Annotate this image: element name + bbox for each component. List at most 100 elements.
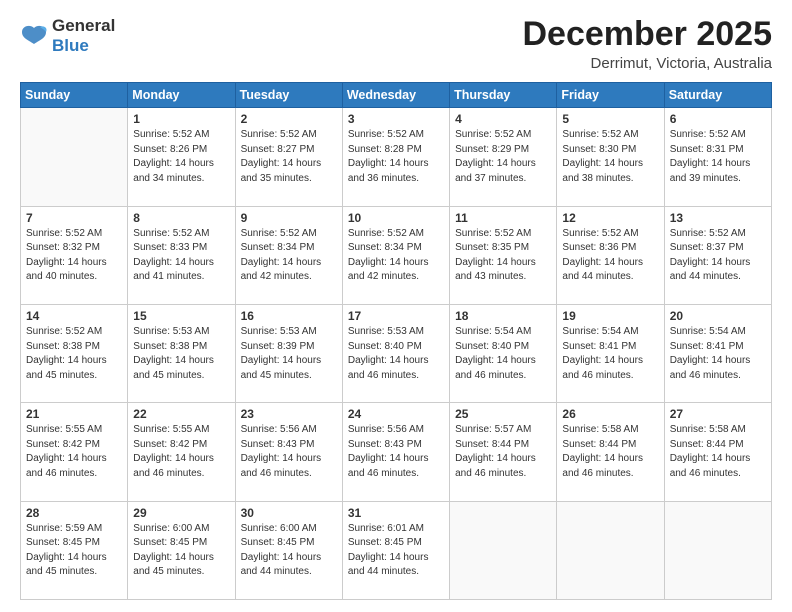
table-row: 16Sunrise: 5:53 AMSunset: 8:39 PMDayligh… [235,305,342,403]
info-line: Sunset: 8:38 PM [133,340,229,355]
table-row: 27Sunrise: 5:58 AMSunset: 8:44 PMDayligh… [664,403,771,501]
day-number: 1 [133,112,229,126]
info-line: Sunset: 8:42 PM [133,438,229,453]
info-line: Daylight: 14 hours [348,157,444,172]
info-line: Daylight: 14 hours [455,256,551,271]
cell-info: Sunrise: 5:55 AMSunset: 8:42 PMDaylight:… [26,423,122,481]
info-line: and 46 minutes. [562,369,658,384]
day-number: 2 [241,112,337,126]
info-line: Daylight: 14 hours [670,256,766,271]
info-line: Sunset: 8:29 PM [455,143,551,158]
page: General Blue December 2025 Derrimut, Vic… [0,0,792,612]
cell-info: Sunrise: 5:53 AMSunset: 8:39 PMDaylight:… [241,325,337,383]
info-line: Sunset: 8:33 PM [133,241,229,256]
calendar-header-row: Sunday Monday Tuesday Wednesday Thursday… [21,83,772,108]
info-line: and 46 minutes. [241,467,337,482]
cell-info: Sunrise: 6:00 AMSunset: 8:45 PMDaylight:… [133,522,229,580]
info-line: Daylight: 14 hours [133,354,229,369]
calendar-week-row: 1Sunrise: 5:52 AMSunset: 8:26 PMDaylight… [21,108,772,206]
info-line: Sunrise: 5:53 AM [348,325,444,340]
table-row: 8Sunrise: 5:52 AMSunset: 8:33 PMDaylight… [128,206,235,304]
info-line: Sunset: 8:34 PM [348,241,444,256]
day-number: 19 [562,309,658,323]
table-row: 22Sunrise: 5:55 AMSunset: 8:42 PMDayligh… [128,403,235,501]
table-row: 5Sunrise: 5:52 AMSunset: 8:30 PMDaylight… [557,108,664,206]
cell-info: Sunrise: 5:58 AMSunset: 8:44 PMDaylight:… [670,423,766,481]
info-line: Sunrise: 5:54 AM [670,325,766,340]
info-line: Sunset: 8:45 PM [133,536,229,551]
info-line: Daylight: 14 hours [348,354,444,369]
table-row: 25 Sunrise: 5:57 AMSunset: 8:44 PMDayligh… [450,403,557,501]
table-row: 23Sunrise: 5:56 AMSunset: 8:43 PMDayligh… [235,403,342,501]
cell-info: Sunrise: 5:52 AMSunset: 8:37 PMDaylight:… [670,227,766,285]
info-line: Sunset: 8:43 PM [348,438,444,453]
info-line: and 40 minutes. [26,270,122,285]
info-line: and 45 minutes. [133,565,229,580]
info-line: Daylight: 14 hours [670,354,766,369]
table-row [450,501,557,599]
day-number: 17 [348,309,444,323]
info-line: Sunrise: 5:52 AM [26,227,122,242]
info-line: Sunrise: 5:55 AM [26,423,122,438]
info-line: Daylight: 14 hours [348,256,444,271]
info-line: Sunset: 8:36 PM [562,241,658,256]
info-line: Daylight: 14 hours [26,256,122,271]
info-line: Sunrise: 5:58 AM [670,423,766,438]
cell-info: Sunrise: 5:56 AMSunset: 8:43 PMDaylight:… [241,423,337,481]
info-line: Sunset: 8:41 PM [562,340,658,355]
cell-info: Sunrise: 5:52 AMSunset: 8:28 PMDaylight:… [348,128,444,186]
cell-info: Sunrise: 5:52 AMSunset: 8:33 PMDaylight:… [133,227,229,285]
info-line: Daylight: 14 hours [133,256,229,271]
cell-info: Sunrise: 5:54 AMSunset: 8:40 PMDaylight:… [455,325,551,383]
cell-info: Sunrise: 5:53 AMSunset: 8:38 PMDaylight:… [133,325,229,383]
col-thursday: Thursday [450,83,557,108]
info-line: Sunset: 8:43 PM [241,438,337,453]
info-line: and 45 minutes. [26,369,122,384]
info-line: Daylight: 14 hours [241,157,337,172]
info-line: and 37 minutes. [455,172,551,187]
info-line: Sunrise: 5:59 AM [26,522,122,537]
cell-info: Sunrise: 5:52 AMSunset: 8:35 PMDaylight:… [455,227,551,285]
cell-info: Sunrise: 5:53 AMSunset: 8:40 PMDaylight:… [348,325,444,383]
table-row: 3Sunrise: 5:52 AMSunset: 8:28 PMDaylight… [342,108,449,206]
info-line: Sunrise: 5:52 AM [26,325,122,340]
info-line: Daylight: 14 hours [348,452,444,467]
cell-info: Sunrise: 5:52 AMSunset: 8:31 PMDaylight:… [670,128,766,186]
info-line: Sunset: 8:42 PM [26,438,122,453]
cell-info: Sunrise: 5:52 AMSunset: 8:38 PMDaylight:… [26,325,122,383]
info-line: and 46 minutes. [455,369,551,384]
info-line: Sunrise: 6:00 AM [133,522,229,537]
info-line: Sunrise: 5:58 AM [562,423,658,438]
table-row: 14Sunrise: 5:52 AMSunset: 8:38 PMDayligh… [21,305,128,403]
info-line: Daylight: 14 hours [26,452,122,467]
cell-info: Sunrise: 5:52 AMSunset: 8:32 PMDaylight:… [26,227,122,285]
info-line: and 34 minutes. [133,172,229,187]
info-line: Sunset: 8:45 PM [348,536,444,551]
col-tuesday: Tuesday [235,83,342,108]
info-line: Daylight: 14 hours [562,452,658,467]
info-line: Daylight: 14 hours [348,551,444,566]
logo-icon [20,24,48,48]
day-number: 5 [562,112,658,126]
day-number: 25 [455,407,551,421]
info-line: Daylight: 14 hours [455,452,551,467]
info-line: Sunset: 8:30 PM [562,143,658,158]
info-line: Sunset: 8:44 PM [562,438,658,453]
table-row [21,108,128,206]
location: Derrimut, Victoria, Australia [522,55,772,72]
day-number: 31 [348,506,444,520]
cell-info: Sunrise: 6:01 AMSunset: 8:45 PMDaylight:… [348,522,444,580]
info-line: Daylight: 14 hours [133,452,229,467]
info-line: Sunrise: 5:52 AM [562,128,658,143]
table-row: 26Sunrise: 5:58 AMSunset: 8:44 PMDayligh… [557,403,664,501]
cell-info: Sunrise: 6:00 AMSunset: 8:45 PMDaylight:… [241,522,337,580]
logo-line2: Blue [52,36,115,56]
info-line: and 46 minutes. [670,467,766,482]
cell-info: Sunrise: 5:57 AMSunset: 8:44 PMDaylight:… [455,423,551,481]
day-number: 7 [26,211,122,225]
info-line: Sunrise: 5:55 AM [133,423,229,438]
cell-info: Sunrise: 5:59 AMSunset: 8:45 PMDaylight:… [26,522,122,580]
info-line: Daylight: 14 hours [670,157,766,172]
info-line: Sunset: 8:27 PM [241,143,337,158]
table-row: 6Sunrise: 5:52 AMSunset: 8:31 PMDaylight… [664,108,771,206]
